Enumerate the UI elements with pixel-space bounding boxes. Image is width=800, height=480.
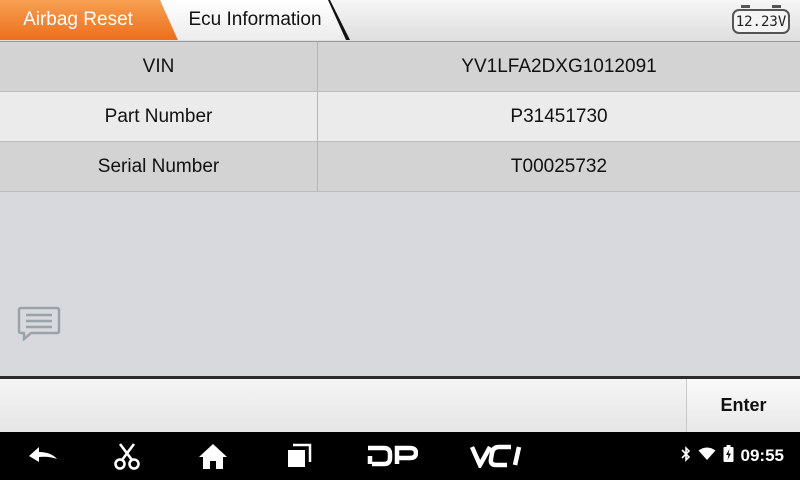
table-cell-value: T00025732 <box>510 155 608 177</box>
ecu-info-table: VIN YV1LFA2DXG1012091 Part Number P31451… <box>0 42 800 192</box>
system-nav-bar: 09:55 <box>0 432 800 480</box>
breadcrumb-item-airbag-reset[interactable]: Airbag Reset <box>0 0 178 40</box>
table-row: Part Number P31451730 <box>0 92 800 142</box>
table-row: VIN YV1LFA2DXG1012091 <box>0 42 800 92</box>
clock: 09:55 <box>740 446 784 465</box>
content-area: VIN YV1LFA2DXG1012091 Part Number P31451… <box>0 42 800 376</box>
status-bar: 09:55 <box>680 432 784 480</box>
enter-button[interactable]: Enter <box>686 379 800 432</box>
action-bar: Enter <box>0 376 800 432</box>
breadcrumb-item-label: Ecu Information <box>188 9 322 30</box>
breadcrumb-item-label: Airbag Reset <box>23 9 133 30</box>
table-cell-label: Serial Number <box>0 142 318 191</box>
vci-icon[interactable] <box>462 432 534 480</box>
breadcrumb-item-ecu-information[interactable]: Ecu Information <box>160 0 346 40</box>
table-cell-value: P31451730 <box>510 105 608 127</box>
table-cell-label: Part Number <box>0 92 318 141</box>
battery-charging-icon <box>723 445 734 467</box>
home-icon[interactable] <box>190 432 236 480</box>
recent-apps-icon[interactable] <box>276 432 322 480</box>
bluetooth-icon <box>680 445 691 467</box>
breadcrumb-bar: Airbag Reset Ecu Information 12.23V <box>0 0 800 42</box>
battery-voltage-indicator: 12.23V <box>732 5 790 34</box>
message-icon[interactable] <box>17 305 61 342</box>
scissors-icon[interactable] <box>104 432 150 480</box>
dp-icon[interactable] <box>360 432 424 480</box>
back-icon[interactable] <box>18 432 68 480</box>
table-cell-label: VIN <box>0 42 318 91</box>
table-row: Serial Number T00025732 <box>0 142 800 192</box>
table-cell-value: YV1LFA2DXG1012091 <box>461 55 657 77</box>
wifi-icon <box>698 447 716 466</box>
battery-voltage-value: 12.23V <box>735 13 787 30</box>
